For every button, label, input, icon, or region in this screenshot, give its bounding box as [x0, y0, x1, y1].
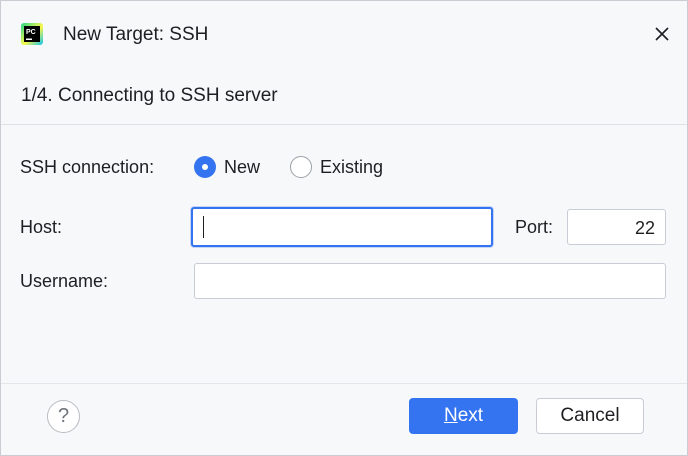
- cancel-button[interactable]: Cancel: [536, 398, 644, 434]
- pycharm-logo-icon: PC: [21, 23, 43, 45]
- username-label: Username:: [20, 271, 109, 291]
- window-title: New Target: SSH: [63, 24, 209, 45]
- next-label-rest: ext: [457, 405, 484, 426]
- radio-new-label[interactable]: New: [224, 156, 260, 178]
- new-target-ssh-dialog: PC New Target: SSH 1/4. Connecting to SS…: [0, 0, 688, 456]
- text-caret: [203, 216, 204, 238]
- next-mnemonic: N: [443, 405, 458, 426]
- help-button[interactable]: ?: [47, 400, 80, 433]
- next-button[interactable]: Next: [409, 398, 518, 434]
- ssh-connection-label: SSH connection:: [20, 157, 155, 177]
- close-icon[interactable]: [654, 26, 670, 42]
- username-input[interactable]: [194, 263, 666, 299]
- help-icon: ?: [57, 405, 70, 427]
- step-title: 1/4. Connecting to SSH server: [21, 85, 278, 106]
- step-header: 1/4. Connecting to SSH server: [1, 67, 687, 125]
- dialog-footer: ? Next Cancel: [1, 383, 687, 455]
- close-button[interactable]: [649, 21, 675, 47]
- radio-existing-label[interactable]: Existing: [320, 156, 383, 178]
- logo-text: PC: [26, 29, 36, 36]
- title-bar: PC New Target: SSH: [1, 1, 687, 67]
- host-input[interactable]: [191, 207, 493, 247]
- port-value: 22: [634, 218, 655, 238]
- radio-existing[interactable]: [290, 156, 312, 178]
- port-input[interactable]: 22: [567, 209, 666, 245]
- radio-new[interactable]: [194, 156, 216, 178]
- host-label: Host:: [20, 217, 63, 237]
- port-label: Port:: [515, 217, 554, 237]
